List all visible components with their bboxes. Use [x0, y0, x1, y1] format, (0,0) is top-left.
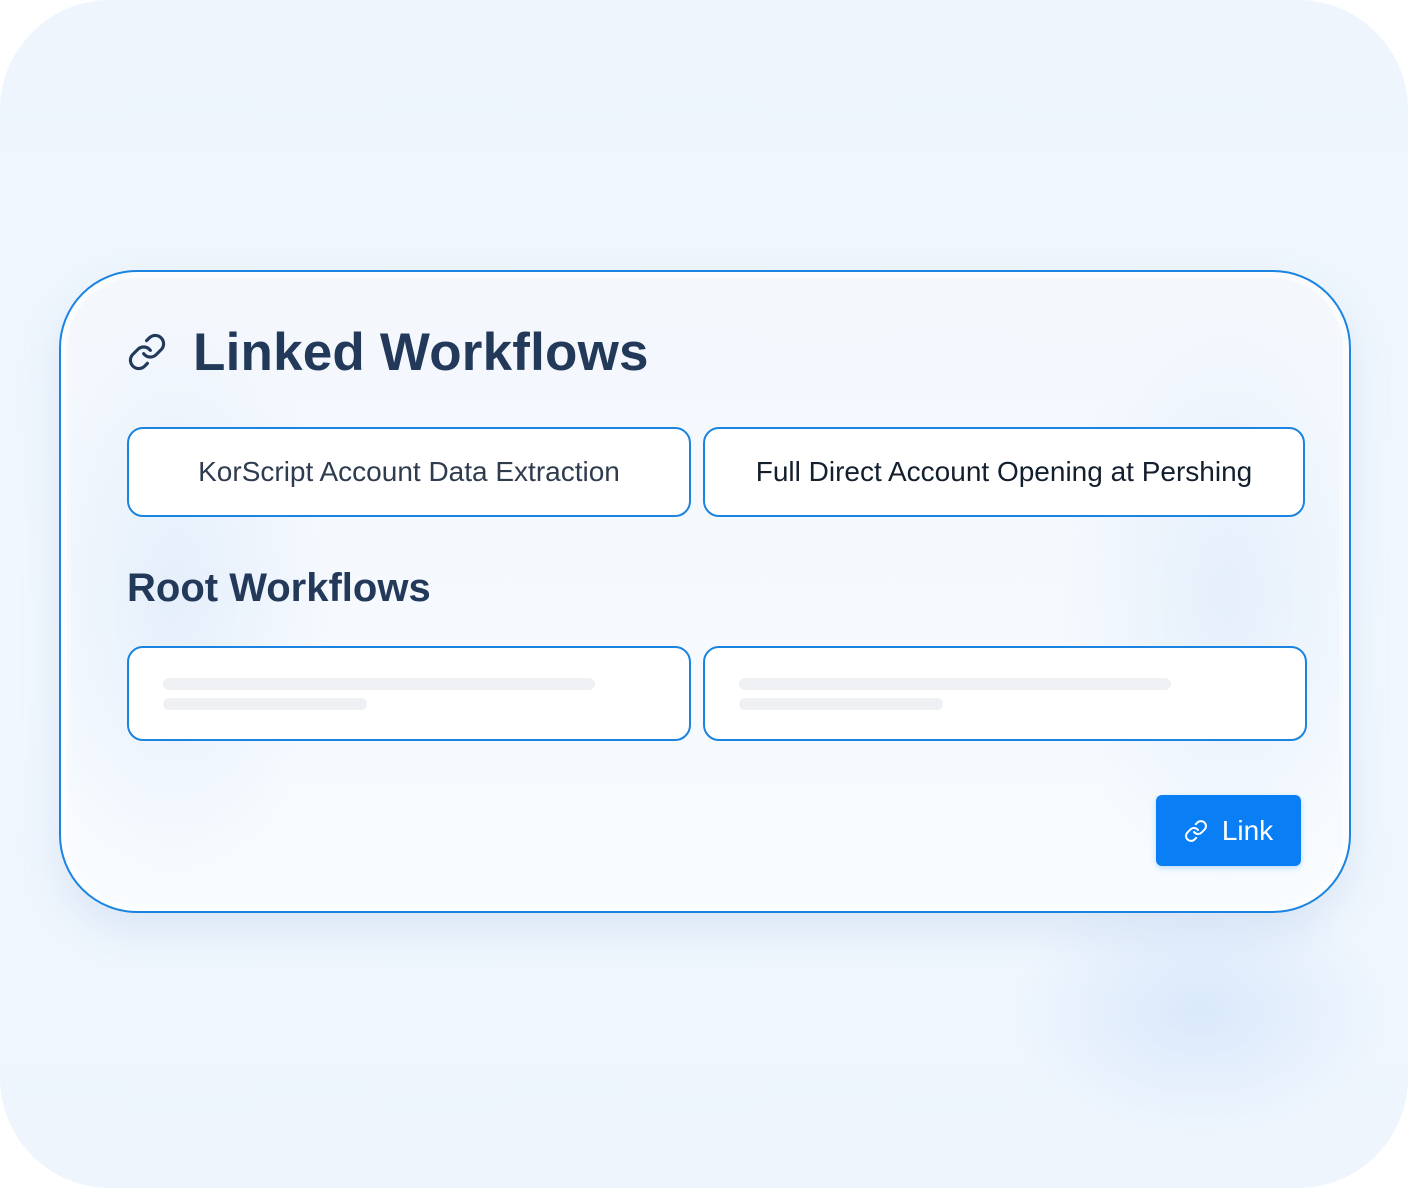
linked-workflow-chip-pershing[interactable]: Full Direct Account Opening at Pershing [703, 427, 1305, 517]
link-icon [1184, 819, 1208, 843]
link-icon [127, 332, 167, 372]
skeleton-line [163, 698, 367, 710]
root-workflow-skeleton-card [127, 646, 691, 741]
skeleton-line [739, 678, 1171, 690]
card-title: Linked Workflows [193, 322, 649, 382]
link-button-label: Link [1221, 814, 1274, 846]
background-frame: Linked Workflows KorScript Account Data … [0, 0, 1408, 1188]
link-button[interactable]: Link [1156, 795, 1301, 866]
root-workflows-heading: Root Workflows [127, 566, 431, 610]
background-glow [1010, 880, 1390, 1140]
linked-workflows-card: Linked Workflows KorScript Account Data … [59, 270, 1351, 913]
card-header: Linked Workflows [127, 320, 649, 384]
skeleton-line [739, 698, 943, 710]
root-workflow-skeleton-card [703, 646, 1307, 741]
linked-workflow-chip-korscript[interactable]: KorScript Account Data Extraction [127, 427, 691, 517]
skeleton-line [163, 678, 595, 690]
